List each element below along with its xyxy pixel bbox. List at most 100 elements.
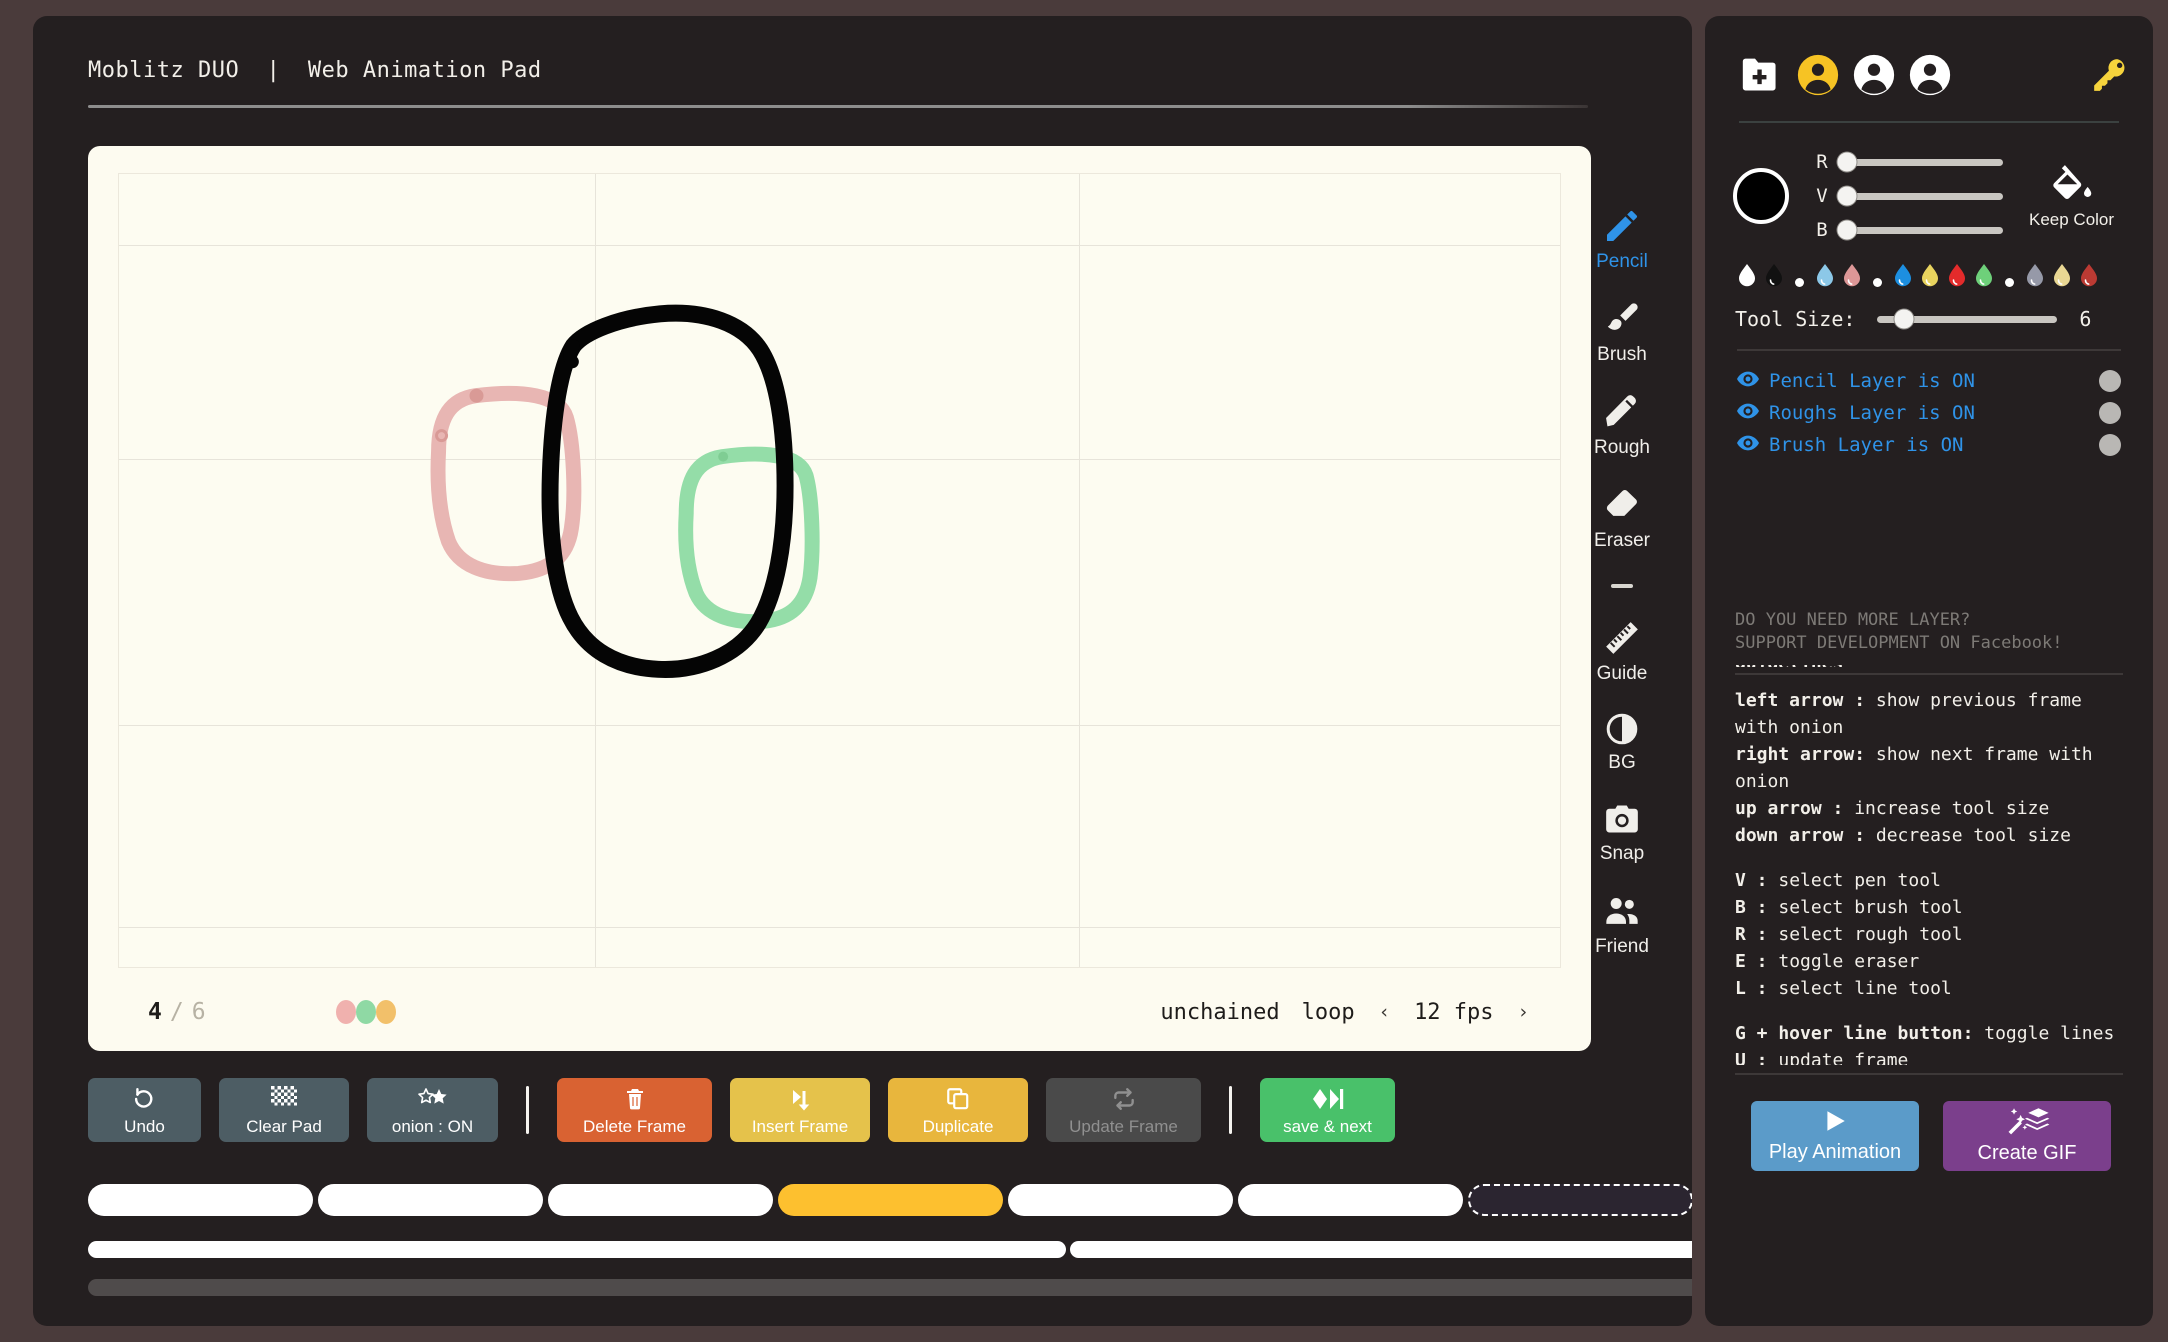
clear-pad-button[interactable]: Clear Pad xyxy=(219,1078,349,1142)
delete-frame-button[interactable]: Delete Frame xyxy=(557,1078,712,1142)
frame-thumb-5[interactable] xyxy=(1008,1184,1233,1216)
key-icon[interactable] xyxy=(2091,56,2129,99)
scrub-row-2 xyxy=(88,1276,1692,1298)
help-entry: E : toggle eraser xyxy=(1735,948,2123,975)
tool-pencil-label: Pencil xyxy=(1596,251,1648,272)
palette-droplet-yellow[interactable] xyxy=(1918,263,1942,291)
user-slot-3[interactable] xyxy=(1909,54,1951,101)
palette-droplet-red[interactable] xyxy=(1945,263,1969,291)
color-controls: R V B Keep Color xyxy=(1729,123,2129,247)
palette-droplet-white[interactable] xyxy=(1735,263,1759,291)
tool-rough[interactable]: Rough xyxy=(1562,392,1682,459)
save-and-next-button[interactable]: save & next xyxy=(1260,1078,1395,1142)
help-key: V : xyxy=(1735,869,1768,891)
palette-droplet-pink[interactable] xyxy=(1840,263,1864,291)
play-icon xyxy=(1818,1108,1852,1137)
help-key: B : xyxy=(1735,896,1768,918)
help-entry: U : update frame xyxy=(1735,1047,2123,1065)
help-desc: select rough tool xyxy=(1767,923,1963,945)
palette-separator-1 xyxy=(1795,277,1804,287)
tool-bg-label: BG xyxy=(1608,752,1636,773)
help-desc: select pen tool xyxy=(1767,869,1941,891)
tool-snap-label: Snap xyxy=(1599,843,1645,864)
help-entry: B : select brush tool xyxy=(1735,894,2123,921)
palette-droplet-gray[interactable] xyxy=(2023,263,2047,291)
channel-v-slider[interactable] xyxy=(1837,186,2003,206)
scrub-seg-1a[interactable] xyxy=(88,1240,1066,1258)
pencil-icon xyxy=(1602,206,1642,246)
undo-icon xyxy=(132,1086,158,1115)
frame-thumb-add-placeholder[interactable] xyxy=(1468,1184,1692,1216)
palette-droplet-lightblue[interactable] xyxy=(1813,263,1837,291)
tool-friend[interactable]: Friend xyxy=(1562,891,1682,958)
channel-b-slider[interactable] xyxy=(1837,220,2003,240)
layer-pencil-knob[interactable] xyxy=(2099,370,2121,392)
ruler-icon xyxy=(1602,618,1642,658)
save-next-icon xyxy=(1311,1086,1345,1115)
tool-pencil[interactable]: Pencil xyxy=(1562,206,1682,273)
onion-dot-current xyxy=(355,1000,376,1024)
undo-label: Undo xyxy=(124,1116,165,1136)
scrub-seg-1b[interactable] xyxy=(1070,1240,1692,1258)
layer-toggle-brush[interactable]: Brush Layer is ON xyxy=(1729,429,2129,461)
drawing-canvas[interactable] xyxy=(118,173,1561,968)
update-frame-button[interactable]: Update Frame xyxy=(1046,1078,1201,1142)
tool-size-slider[interactable] xyxy=(1877,309,2058,329)
layer-roughs-knob[interactable] xyxy=(2099,402,2121,424)
help-desc: decrease tool size xyxy=(1865,824,2071,846)
refresh-icon xyxy=(1110,1086,1138,1115)
button-divider-1 xyxy=(526,1086,529,1134)
channel-r-slider[interactable] xyxy=(1837,152,2003,172)
palette-separator-3 xyxy=(2005,277,2014,287)
tool-snap[interactable]: Snap xyxy=(1562,800,1682,865)
frame-thumb-1[interactable] xyxy=(88,1184,313,1216)
help-cut-line: guidelines xyxy=(1735,665,2123,667)
undo-button[interactable]: Undo xyxy=(88,1078,201,1142)
layer-toggle-pencil[interactable]: Pencil Layer is ON xyxy=(1729,365,2129,397)
help-key: down arrow : xyxy=(1735,824,1866,846)
layer-brush-knob[interactable] xyxy=(2099,434,2121,456)
loop-mode-toggle[interactable]: loop xyxy=(1302,1000,1355,1025)
play-animation-button[interactable]: Play Animation xyxy=(1751,1100,1919,1171)
new-folder-icon[interactable] xyxy=(1739,55,1783,100)
onion-toggle-button[interactable]: onion : ON xyxy=(367,1078,498,1142)
palette-droplet-black[interactable] xyxy=(1762,263,1786,291)
tool-bg[interactable]: BG xyxy=(1562,711,1682,774)
chain-mode-toggle[interactable]: unchained xyxy=(1160,1000,1279,1025)
help-entry: L : select line tool xyxy=(1735,975,2123,1002)
layer-toggle-roughs[interactable]: Roughs Layer is ON xyxy=(1729,397,2129,429)
help-panel[interactable]: guidelines left arrow : show previous fr… xyxy=(1735,665,2123,1065)
create-gif-button[interactable]: Create GIF xyxy=(1943,1100,2111,1171)
frame-thumb-4[interactable] xyxy=(778,1184,1003,1216)
keep-color-button[interactable]: Keep Color xyxy=(2029,163,2114,230)
palette-droplet-darkred[interactable] xyxy=(2077,263,2101,291)
insert-frame-button[interactable]: Insert Frame xyxy=(730,1078,870,1142)
current-color-swatch[interactable] xyxy=(1733,168,1789,224)
eye-icon xyxy=(1737,435,1759,456)
duplicate-button[interactable]: Duplicate xyxy=(888,1078,1028,1142)
fps-decrease-button[interactable]: ‹ xyxy=(1377,1001,1392,1023)
tool-guide[interactable]: Guide xyxy=(1562,618,1682,685)
palette-droplet-cream[interactable] xyxy=(2050,263,2074,291)
scrub-seg-2a[interactable] xyxy=(88,1278,1692,1296)
fps-increase-button[interactable]: › xyxy=(1516,1001,1531,1023)
palette-droplet-blue[interactable] xyxy=(1891,263,1915,291)
palette-droplet-green[interactable] xyxy=(1972,263,1996,291)
user-slot-1[interactable] xyxy=(1797,54,1839,101)
frame-thumb-2[interactable] xyxy=(318,1184,543,1216)
save-and-next-label: save & next xyxy=(1283,1116,1372,1136)
help-entry: up arrow : increase tool size xyxy=(1735,795,2123,822)
promo-text: DO YOU NEED MORE LAYER? SUPPORT DEVELOPM… xyxy=(1729,461,2129,655)
checker-icon xyxy=(271,1085,297,1115)
help-desc: toggle lines xyxy=(1973,1022,2115,1044)
tool-eraser[interactable]: Eraser xyxy=(1562,485,1682,552)
tool-brush[interactable]: Brush xyxy=(1562,299,1682,366)
onion-dot-group[interactable] xyxy=(335,1000,396,1024)
insert-frame-label: Insert Frame xyxy=(751,1116,849,1136)
rgb-sliders: R V B xyxy=(1811,145,2003,247)
frame-thumb-6[interactable] xyxy=(1238,1184,1463,1216)
tool-line-divider[interactable] xyxy=(1611,584,1633,588)
frame-thumb-3[interactable] xyxy=(548,1184,773,1216)
clear-pad-label: Clear Pad xyxy=(246,1116,322,1136)
user-slot-2[interactable] xyxy=(1853,54,1895,101)
